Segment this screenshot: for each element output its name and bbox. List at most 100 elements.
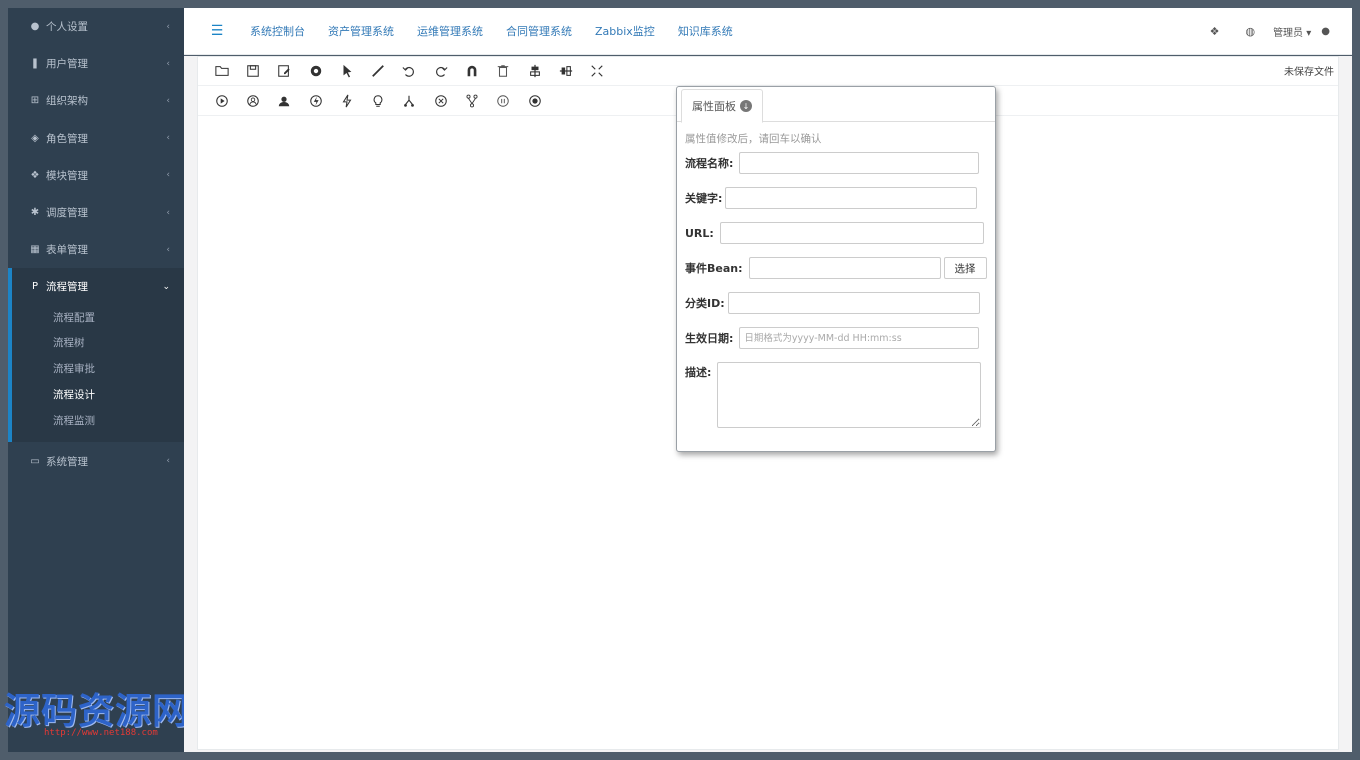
- sidebar-item-bottom-0[interactable]: ▭ 系统管理 ‹: [8, 442, 184, 479]
- tab-properties[interactable]: 属性面板 ↓: [681, 89, 763, 123]
- sidebar-item-label: 系统管理: [46, 455, 88, 468]
- dropbox-icon[interactable]: ❖: [1210, 25, 1220, 38]
- redo-icon[interactable]: [425, 59, 456, 83]
- tab-label: 属性面板: [692, 100, 736, 113]
- designer-toolbar-primary: 未保存文件: [198, 57, 1338, 86]
- users-icon: ❚: [30, 58, 40, 70]
- undo-icon[interactable]: [394, 59, 425, 83]
- chevron-left-icon: ‹: [166, 95, 170, 106]
- align-middle-icon[interactable]: [550, 59, 581, 83]
- sidebar-subitem-process-approval[interactable]: 流程审批: [12, 357, 184, 383]
- chevron-left-icon: ‹: [166, 170, 170, 181]
- sidebar-item-top-2[interactable]: ⊞ 组织架构 ‹: [8, 82, 184, 119]
- align-center-icon[interactable]: [519, 59, 550, 83]
- sidebar-subitem-process-tree[interactable]: 流程树: [12, 331, 184, 357]
- sidebar-subitem-process-config[interactable]: 流程配置: [12, 306, 184, 332]
- settings-icon[interactable]: [300, 59, 331, 83]
- topnav-link-assets[interactable]: 资产管理系统: [328, 23, 394, 39]
- effective-date-input[interactable]: [739, 327, 980, 349]
- topnav-link-console[interactable]: 系统控制台: [250, 23, 305, 39]
- sidebar-item-top-6[interactable]: ▦ 表单管理 ‹: [8, 231, 184, 268]
- sitemap-icon: ⊞: [30, 95, 40, 107]
- user-menu[interactable]: 管理员 ▾: [1273, 24, 1311, 39]
- cog-icon: ✱: [30, 207, 40, 219]
- event-bean-input[interactable]: [748, 257, 941, 279]
- topnav-right: ❖ ◍ 管理员 ▾ ●: [1184, 24, 1352, 39]
- line-tool-icon[interactable]: [362, 59, 393, 83]
- sidebar-item-label: 流程管理: [46, 281, 88, 294]
- compress-icon[interactable]: [582, 59, 613, 83]
- save-as-icon[interactable]: [269, 59, 300, 83]
- fork-node-icon[interactable]: [394, 89, 425, 113]
- end-node-icon[interactable]: [519, 89, 550, 113]
- user-task-icon[interactable]: [237, 89, 268, 113]
- name-label: 流程名称:: [685, 157, 734, 170]
- save-icon[interactable]: [237, 59, 268, 83]
- property-hint: 属性值修改后，请回车以确认: [685, 133, 822, 145]
- sidebar-item-top-5[interactable]: ✱ 调度管理 ‹: [8, 194, 184, 231]
- field-row-url: URL:: [685, 222, 984, 244]
- property-panel-tabs: 属性面板 ↓: [677, 87, 995, 123]
- sidebar-item-label: 模块管理: [46, 169, 88, 182]
- desc-label: 描述:: [685, 366, 712, 379]
- chevron-left-icon: ‹: [166, 207, 170, 218]
- sidebar-item-label: 用户管理: [46, 58, 88, 71]
- arrow-down-circle-icon[interactable]: ↓: [740, 100, 752, 112]
- date-label: 生效日期:: [685, 332, 734, 345]
- sidebar-item-process-management[interactable]: P 流程管理 ⌄: [12, 268, 184, 305]
- chevron-left-icon: ‹: [166, 456, 170, 467]
- sidebar-item-label: 个人设置: [46, 21, 88, 34]
- sidebar-item-label: 角色管理: [46, 132, 88, 145]
- user-icon[interactable]: ●: [1321, 26, 1330, 37]
- sidebar: ● 个人设置 ‹ ❚ 用户管理 ‹ ⊞ 组织架构 ‹ ◈ 角色管理 ‹ ❖ 模块管理 ‹ ✱ 调度管理 ‹ ▦ 表单管…: [8, 8, 184, 752]
- field-row-desc: 描述:: [685, 362, 982, 428]
- chevron-down-icon: ⌄: [162, 281, 170, 292]
- sidebar-item-label: 组织架构: [46, 95, 88, 108]
- decision-node-icon[interactable]: [362, 89, 393, 113]
- paragraph-icon: P: [31, 281, 39, 293]
- description-textarea[interactable]: [717, 362, 982, 428]
- field-row-name: 流程名称:: [685, 152, 980, 174]
- url-input[interactable]: [719, 222, 984, 244]
- user-icon: ●: [30, 21, 40, 33]
- property-panel[interactable]: 属性面板 ↓ 属性值修改后，请回车以确认 流程名称: 关键字: URL: 事件B…: [676, 86, 996, 452]
- group-task-icon[interactable]: [269, 89, 300, 113]
- select-bean-button[interactable]: 选择: [943, 257, 987, 279]
- subprocess-node-icon[interactable]: [456, 89, 487, 113]
- sidebar-item-top-4[interactable]: ❖ 模块管理 ‹: [8, 157, 184, 194]
- chevron-left-icon: ‹: [166, 133, 170, 144]
- field-row-category: 分类ID:: [685, 292, 980, 314]
- sidebar-subitem-process-monitor[interactable]: 流程监测: [12, 409, 184, 435]
- globe-icon[interactable]: ◍: [1245, 25, 1255, 38]
- topnav-link-ops[interactable]: 运维管理系统: [417, 23, 483, 39]
- sidebar-group-process: P 流程管理 ⌄ 流程配置 流程树 流程审批 流程设计 流程监测: [8, 268, 184, 443]
- category-id-input[interactable]: [727, 292, 980, 314]
- sidebar-item-label: 调度管理: [46, 207, 88, 220]
- sidebar-item-label: 表单管理: [46, 244, 88, 257]
- sidebar-subitem-process-design[interactable]: 流程设计: [12, 383, 184, 409]
- topnav-link-contracts[interactable]: 合同管理系统: [506, 23, 572, 39]
- topnav-link-knowledge[interactable]: 知识库系统: [678, 23, 733, 39]
- delete-icon[interactable]: [488, 59, 519, 83]
- event-node-icon[interactable]: [300, 89, 331, 113]
- keyword-label: 关键字:: [685, 192, 723, 205]
- sidebar-item-top-3[interactable]: ◈ 角色管理 ‹: [8, 120, 184, 157]
- sidebar-item-top-0[interactable]: ● 个人设置 ‹: [8, 8, 184, 45]
- keyword-input[interactable]: [725, 187, 978, 209]
- start-node-icon[interactable]: [206, 89, 237, 113]
- select-pointer-icon[interactable]: [331, 59, 362, 83]
- open-icon[interactable]: [206, 59, 237, 83]
- process-name-input[interactable]: [739, 152, 980, 174]
- pause-node-icon[interactable]: [488, 89, 519, 113]
- magnet-icon[interactable]: [456, 59, 487, 83]
- script-node-icon[interactable]: [331, 89, 362, 113]
- menu-toggle-icon[interactable]: ☰: [184, 23, 250, 39]
- file-status: 未保存文件: [1284, 67, 1334, 78]
- topnav-link-zabbix[interactable]: Zabbix监控: [595, 23, 655, 39]
- bean-label: 事件Bean:: [685, 262, 743, 275]
- category-label: 分类ID:: [685, 297, 725, 310]
- chevron-left-icon: ‹: [166, 58, 170, 69]
- join-node-icon[interactable]: [425, 89, 456, 113]
- url-label: URL:: [685, 226, 714, 240]
- sidebar-item-top-1[interactable]: ❚ 用户管理 ‹: [8, 45, 184, 82]
